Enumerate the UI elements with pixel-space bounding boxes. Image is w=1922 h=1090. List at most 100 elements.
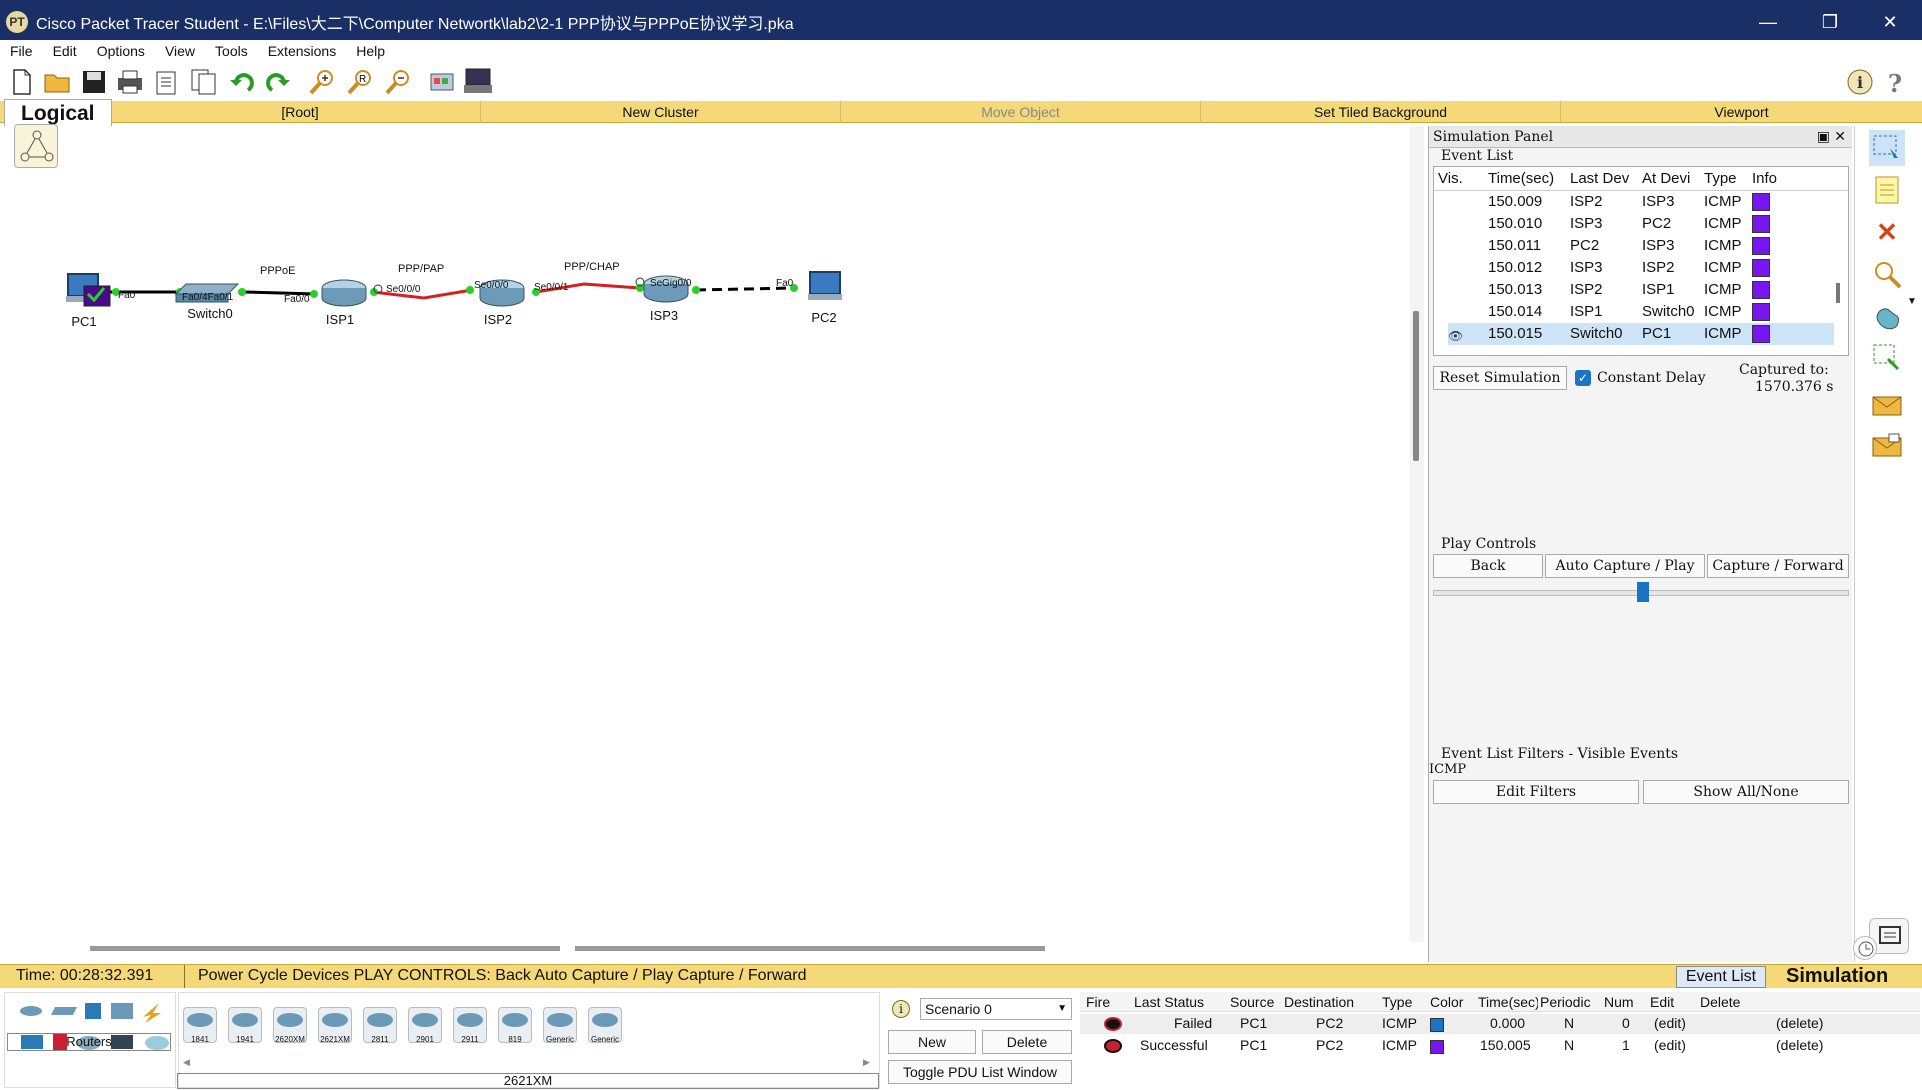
- device-template-icon[interactable]: [462, 66, 494, 98]
- print-icon[interactable]: [114, 66, 146, 98]
- help-icon[interactable]: ?: [1880, 66, 1912, 98]
- set-tiled-background-button[interactable]: Set Tiled Background: [1200, 101, 1560, 123]
- pdu-edit-link[interactable]: (edit): [1654, 1015, 1686, 1031]
- logical-workspace[interactable]: PC1 Switch0 ISP1 ISP2 ISP3 PC2 PPPoE PPP…: [4, 126, 1406, 942]
- toolbar-expand-icon[interactable]: ▼: [1907, 296, 1917, 307]
- event-list-scrollbar[interactable]: [1836, 283, 1840, 303]
- scenario-info-icon[interactable]: i: [892, 1000, 910, 1018]
- fire-icon[interactable]: [1104, 1039, 1122, 1053]
- workspace-vertical-scrollbar[interactable]: [1410, 126, 1424, 942]
- edit-filters-button[interactable]: Edit Filters: [1433, 780, 1639, 804]
- pdu-row[interactable]: Failed PC1 PC2 ICMP 0.000 N 0 (edit) (de…: [1080, 1014, 1920, 1034]
- note-tool-icon[interactable]: [1869, 172, 1905, 208]
- device-model-generic[interactable]: Generic: [588, 1007, 622, 1044]
- menu-help[interactable]: Help: [346, 43, 395, 59]
- zoom-out-icon[interactable]: [382, 66, 414, 98]
- pc1-device[interactable]: [66, 273, 111, 307]
- event-row[interactable]: 150.009 ISP2 ISP3 ICMP: [1434, 191, 1834, 213]
- pdu-delete-link[interactable]: (delete): [1776, 1015, 1823, 1031]
- pdu-list-table[interactable]: Fire Last Status Source Destination Type…: [1080, 992, 1920, 1088]
- add-simple-pdu-icon[interactable]: [1869, 388, 1905, 424]
- simulation-mode-label[interactable]: Simulation: [1786, 965, 1888, 988]
- zoom-reset-icon[interactable]: R: [344, 66, 376, 98]
- delete-scenario-button[interactable]: Delete: [982, 1030, 1072, 1054]
- menu-options[interactable]: Options: [87, 43, 155, 59]
- event-row[interactable]: 150.011 PC2 ISP3 ICMP: [1434, 235, 1834, 257]
- realtime-mode-icon[interactable]: [1853, 936, 1877, 960]
- device-model-2911[interactable]: 2911: [453, 1007, 487, 1044]
- select-tool-icon[interactable]: [1869, 130, 1905, 166]
- event-row[interactable]: 150.013 ISP2 ISP1 ICMP: [1434, 279, 1834, 301]
- pdu-row[interactable]: Successful PC1 PC2 ICMP 150.005 N 1 (edi…: [1080, 1036, 1920, 1056]
- root-button[interactable]: [Root]: [120, 101, 480, 123]
- menu-tools[interactable]: Tools: [205, 43, 258, 59]
- move-object-button[interactable]: Move Object: [840, 101, 1200, 123]
- panel-close-icon[interactable]: ✕: [1834, 126, 1846, 148]
- scenario-select[interactable]: Scenario 0 ▼: [920, 998, 1072, 1020]
- undock-icon[interactable]: ▣: [1817, 126, 1830, 148]
- device-model-2901[interactable]: 2901: [408, 1007, 442, 1044]
- event-row[interactable]: 150.014 ISP1 Switch0 ICMP: [1434, 301, 1834, 323]
- redo-icon[interactable]: [262, 66, 294, 98]
- wireless-category-icon[interactable]: [111, 1003, 133, 1019]
- menu-edit[interactable]: Edit: [43, 43, 87, 59]
- capture-forward-button[interactable]: Capture / Forward: [1707, 554, 1849, 578]
- device-model-819[interactable]: 819: [498, 1007, 532, 1044]
- event-list-table[interactable]: Vis. Time(sec) Last Dev At Devi Type Inf…: [1433, 166, 1849, 356]
- pc2-device[interactable]: [808, 271, 842, 300]
- zoom-in-icon[interactable]: [306, 66, 338, 98]
- menu-extensions[interactable]: Extensions: [258, 43, 346, 59]
- draw-shape-tool-icon[interactable]: [1869, 298, 1905, 334]
- isp1-device[interactable]: [321, 279, 367, 307]
- constant-delay-checkbox[interactable]: ✓: [1575, 370, 1591, 386]
- show-all-none-button[interactable]: Show All/None: [1643, 780, 1849, 804]
- event-list-toggle-button[interactable]: Event List: [1676, 966, 1766, 988]
- save-icon[interactable]: [78, 66, 110, 98]
- copy-icon[interactable]: [188, 66, 220, 98]
- logical-tab[interactable]: Logical: [4, 99, 112, 127]
- reset-simulation-button[interactable]: Reset Simulation: [1433, 366, 1567, 390]
- device-model-1841[interactable]: 1841: [183, 1007, 217, 1044]
- close-button[interactable]: ✕: [1860, 0, 1920, 44]
- switches-category-icon[interactable]: [51, 1007, 77, 1015]
- fire-icon[interactable]: [1104, 1017, 1122, 1031]
- device-model-2620xm[interactable]: 2620XM: [273, 1007, 307, 1044]
- event-row[interactable]: 150.012 ISP3 ISP2 ICMP: [1434, 257, 1834, 279]
- new-scenario-button[interactable]: New: [888, 1030, 976, 1054]
- event-row-selected[interactable]: 👁 150.015 Switch0 PC1 ICMP: [1448, 323, 1834, 345]
- device-model-1941[interactable]: 1941: [228, 1007, 262, 1044]
- toggle-pdu-list-button[interactable]: Toggle PDU List Window: [888, 1060, 1072, 1084]
- menu-view[interactable]: View: [155, 43, 205, 59]
- activity-wizard-icon[interactable]: [150, 66, 182, 98]
- resize-tool-icon[interactable]: [1869, 340, 1905, 376]
- new-icon[interactable]: [6, 66, 38, 98]
- back-button[interactable]: Back: [1433, 554, 1543, 578]
- undo-icon[interactable]: [226, 66, 258, 98]
- pdu-delete-link[interactable]: (delete): [1776, 1037, 1823, 1053]
- workspace-horizontal-scrollbar[interactable]: [90, 946, 1050, 952]
- device-model-generic[interactable]: Generic: [543, 1007, 577, 1044]
- menu-file[interactable]: File: [0, 43, 43, 59]
- device-model-2621xm[interactable]: 2621XM: [318, 1007, 352, 1044]
- cluster-navigation-icon[interactable]: [14, 124, 58, 168]
- connections-category-icon[interactable]: [143, 1003, 161, 1023]
- info-icon[interactable]: i: [1844, 66, 1876, 98]
- routers-category-icon[interactable]: [20, 1006, 42, 1016]
- pdu-edit-link[interactable]: (edit): [1654, 1037, 1686, 1053]
- add-complex-pdu-icon[interactable]: [1869, 428, 1905, 464]
- play-speed-slider-thumb[interactable]: [1637, 582, 1649, 602]
- palette-icon[interactable]: [426, 66, 458, 98]
- scroll-left-icon[interactable]: ◀: [183, 1057, 190, 1068]
- open-icon[interactable]: [42, 66, 74, 98]
- scroll-right-icon[interactable]: ▶: [863, 1057, 870, 1068]
- hubs-category-icon[interactable]: [85, 1003, 101, 1019]
- inspect-tool-icon[interactable]: [1869, 256, 1905, 292]
- new-cluster-button[interactable]: New Cluster: [480, 101, 840, 123]
- event-row[interactable]: 150.010 ISP3 PC2 ICMP: [1434, 213, 1834, 235]
- auto-capture-play-button[interactable]: Auto Capture / Play: [1545, 554, 1705, 578]
- minimize-button[interactable]: —: [1738, 0, 1798, 44]
- delete-tool-icon[interactable]: ✕: [1869, 214, 1905, 250]
- maximize-button[interactable]: ❐: [1800, 0, 1860, 44]
- viewport-button[interactable]: Viewport: [1560, 101, 1922, 123]
- device-model-2811[interactable]: 2811: [363, 1007, 397, 1044]
